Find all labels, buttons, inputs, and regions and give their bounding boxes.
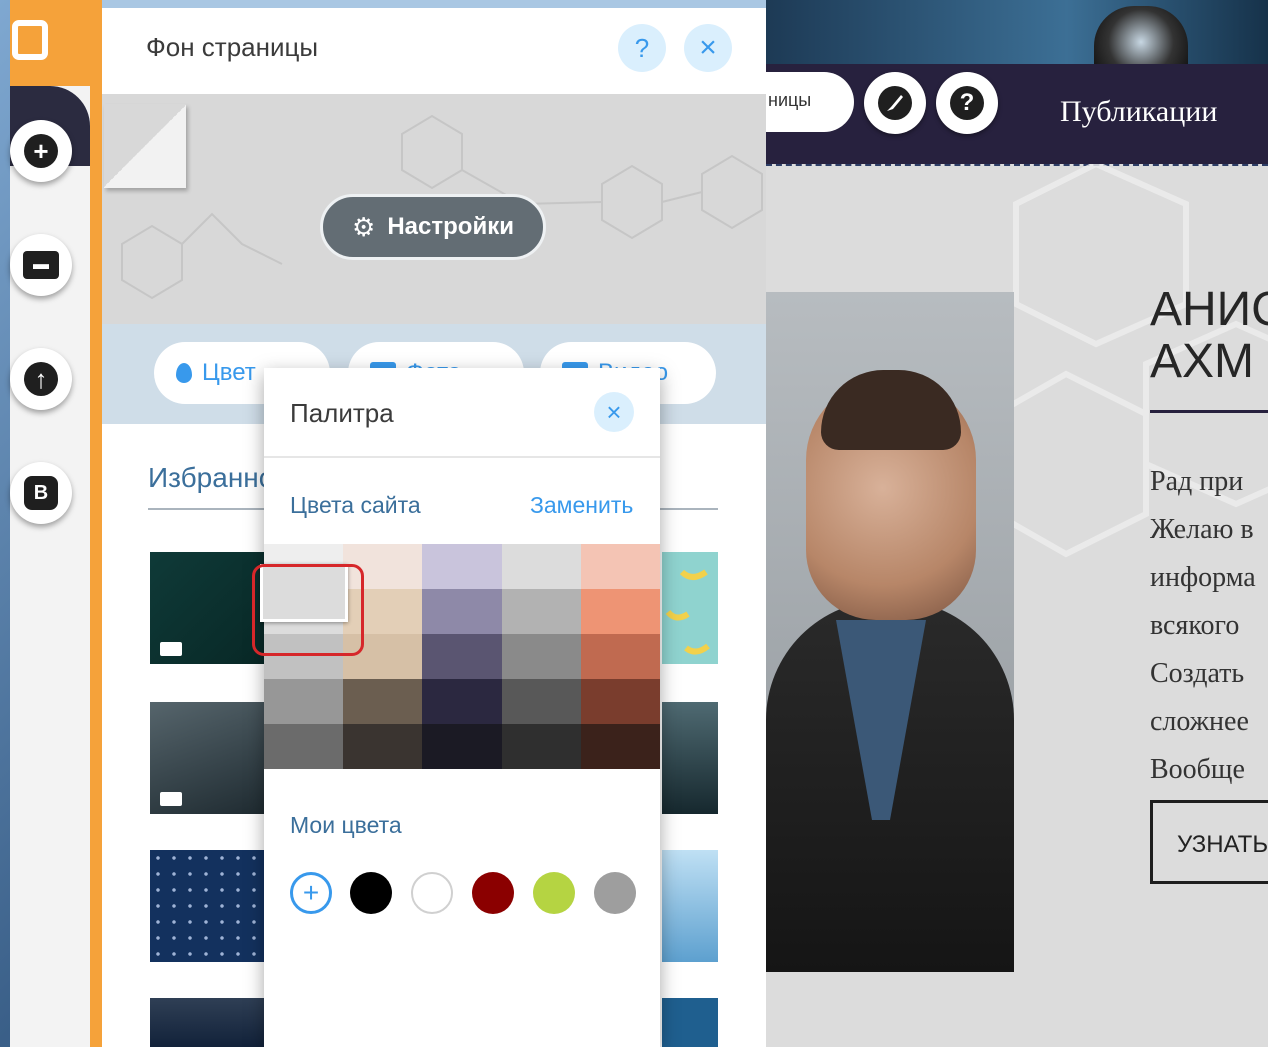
learn-more-button[interactable]: УЗНАТЬ: [1150, 800, 1268, 884]
my-color-swatch[interactable]: [411, 872, 453, 914]
background-thumbnail[interactable]: [662, 702, 718, 814]
palette-divider: [264, 456, 660, 458]
color-swatch[interactable]: [501, 634, 581, 679]
site-heading: АНИС АХМ: [1150, 283, 1268, 388]
panel-close-button[interactable]: ×: [684, 24, 732, 72]
background-thumbnail[interactable]: [150, 850, 266, 962]
color-swatch[interactable]: [580, 544, 660, 589]
background-thumbnail[interactable]: [662, 998, 718, 1047]
palette-title: Палитра: [290, 398, 394, 428]
my-color-swatch[interactable]: [350, 872, 392, 914]
color-swatch[interactable]: [422, 634, 502, 679]
add-color-button[interactable]: +: [290, 872, 332, 914]
background-thumbnail[interactable]: [662, 552, 718, 664]
background-thumbnail[interactable]: [150, 552, 266, 664]
design-button[interactable]: [864, 72, 926, 134]
hero-robot-image: [1094, 6, 1188, 66]
panel-help-button[interactable]: ?: [618, 24, 666, 72]
color-swatch[interactable]: [343, 679, 423, 724]
color-swatch[interactable]: [580, 634, 660, 679]
page-fold-icon: [104, 104, 186, 188]
color-swatch[interactable]: [501, 679, 581, 724]
store-icon: ▬: [23, 251, 59, 279]
tab-color-label: Цвет: [202, 359, 256, 386]
drop-icon: [176, 363, 192, 383]
cloud-upload-icon: ↑: [24, 362, 58, 396]
banana-pattern: [665, 569, 710, 655]
upload-button[interactable]: ↑: [10, 348, 72, 410]
settings-button-label: Настройки: [387, 213, 514, 240]
color-swatch[interactable]: [580, 589, 660, 634]
site-preview: ницы ? Публикации АНИС АХМ Рад при Желаю…: [766, 0, 1268, 1047]
color-swatch[interactable]: [580, 724, 660, 769]
blog-button[interactable]: B: [10, 462, 72, 524]
heading-underline: [1150, 410, 1268, 413]
settings-button[interactable]: ⚙ Настройки: [320, 194, 546, 260]
color-swatch[interactable]: [501, 724, 581, 769]
plus-icon: +: [24, 134, 58, 168]
color-swatch[interactable]: [422, 679, 502, 724]
color-swatch[interactable]: [264, 724, 344, 769]
question-icon: ?: [950, 86, 984, 120]
background-thumbnail[interactable]: [150, 702, 266, 814]
blog-icon: B: [24, 476, 58, 510]
brush-icon: [878, 86, 912, 120]
site-body-text: Рад при Желаю в информа всякого Создать …: [1150, 466, 1256, 785]
color-swatch[interactable]: [580, 679, 660, 724]
color-swatch[interactable]: [422, 544, 502, 589]
my-color-swatch[interactable]: [472, 872, 514, 914]
panel-accent-strip: [90, 0, 102, 1047]
color-swatch[interactable]: [422, 724, 502, 769]
my-color-swatch[interactable]: [533, 872, 575, 914]
palette-popup: Палитра × Цвета сайта Заменить Мои цвета…: [252, 368, 660, 1047]
pages-menu-button[interactable]: ницы: [766, 72, 854, 132]
video-badge-icon: [160, 642, 182, 656]
help-button[interactable]: ?: [936, 72, 998, 134]
gear-icon: ⚙: [352, 211, 376, 242]
color-swatch[interactable]: [343, 724, 423, 769]
color-swatch[interactable]: [501, 589, 581, 634]
replace-palette-link[interactable]: Заменить: [530, 492, 633, 519]
selection-highlight: [252, 564, 364, 656]
background-thumbnail[interactable]: [150, 998, 266, 1047]
nav-link-publications[interactable]: Публикации: [1060, 95, 1217, 129]
add-elements-button[interactable]: +: [10, 120, 72, 182]
my-colors-label: Мои цвета: [290, 812, 402, 838]
editor-logo-icon[interactable]: [12, 20, 48, 60]
panel-title: Фон страницы: [146, 32, 319, 62]
color-swatch[interactable]: [264, 679, 344, 724]
video-badge-icon: [160, 792, 182, 806]
site-colors-label: Цвета сайта: [290, 492, 421, 518]
color-swatch[interactable]: [501, 544, 581, 589]
app-market-button[interactable]: ▬: [10, 234, 72, 296]
color-swatch[interactable]: [422, 589, 502, 634]
my-color-swatch[interactable]: [594, 872, 636, 914]
background-thumbnail[interactable]: [662, 850, 718, 962]
palette-close-button[interactable]: ×: [594, 392, 634, 432]
site-hero-image: [766, 0, 1268, 64]
panel-header: Фон страницы ? ×: [102, 8, 766, 94]
